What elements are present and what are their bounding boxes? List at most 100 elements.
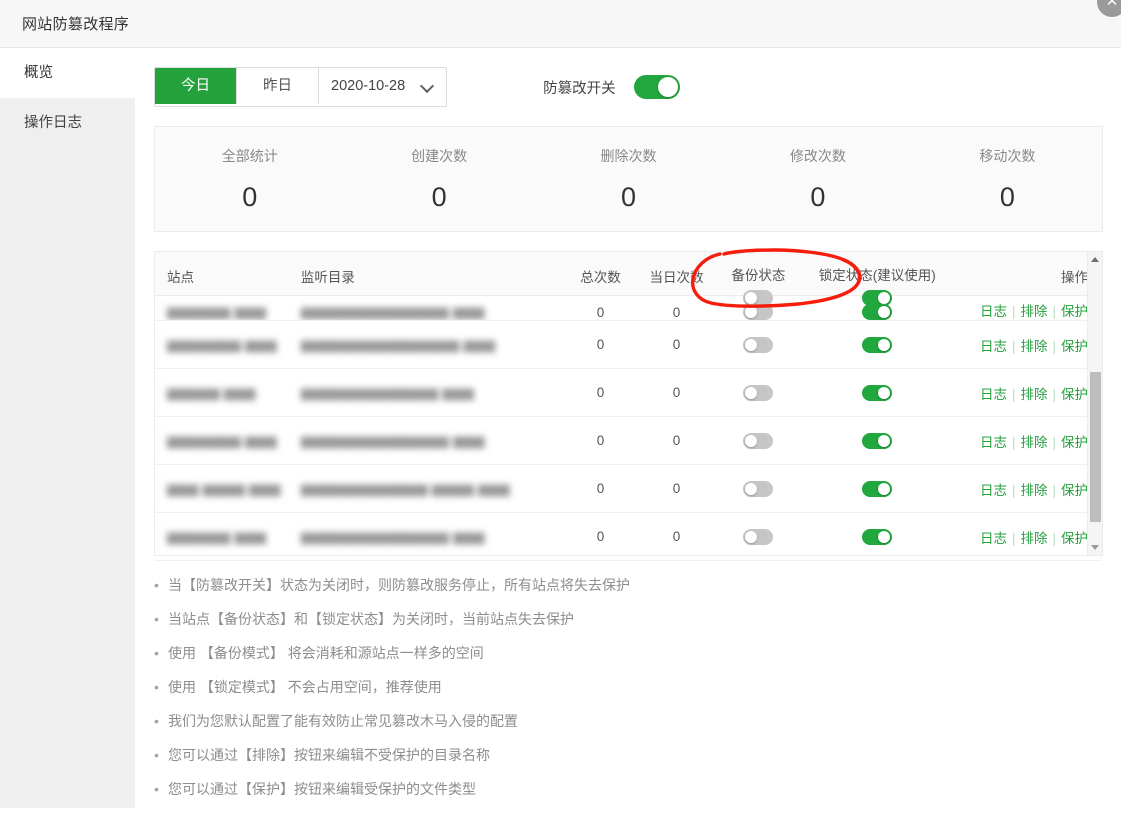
lock-status-toggle[interactable] xyxy=(862,528,893,545)
toggle-knob xyxy=(745,292,758,304)
cell-directory: ▆▆▆▆▆▆▆▆▆▆▆▆▆▆ ▆▆▆ xyxy=(301,433,563,449)
directory-path-masked: ▆▆▆▆▆▆▆▆▆▆▆▆▆▆▆ ▆▆▆ xyxy=(300,336,496,352)
directory-path-masked: ▆▆▆▆▆▆▆▆▆▆▆▆▆▆ ▆▆▆ xyxy=(300,528,485,544)
lock-status-toggle[interactable] xyxy=(862,336,893,353)
notes-list: • 当【防篡改开关】状态为关闭时，则防篡改服务停止，所有站点将失去保护 • 当站点【备… xyxy=(154,576,1094,814)
cell-site: ▆▆▆ ▆▆▆▆ ▆▆▆ xyxy=(155,481,301,497)
main-content: 今日 昨日 2020-10-28 防篡改开关 全部统计 0 创建次数 0 删除次… xyxy=(135,48,1121,808)
bullet-icon: • xyxy=(154,747,159,763)
scroll-up-arrow-icon[interactable] xyxy=(1088,252,1102,267)
exclude-link[interactable]: 排除 xyxy=(1021,531,1048,546)
protect-link[interactable]: 保护 xyxy=(1061,339,1088,354)
exclude-link[interactable]: 排除 xyxy=(1021,339,1048,354)
toggle-knob xyxy=(878,306,891,318)
bullet-icon: • xyxy=(154,781,159,797)
lock-status-toggle[interactable] xyxy=(862,304,893,320)
note-item: • 使用 【锁定模式】 不会占用空间，推荐使用 xyxy=(154,678,1094,696)
cell-site: ▆▆▆▆▆▆ ▆▆▆ xyxy=(155,304,301,320)
backup-status-toggle[interactable] xyxy=(743,384,774,401)
toggle-knob xyxy=(878,530,891,543)
cell-site: ▆▆▆▆▆▆▆ ▆▆▆ xyxy=(155,337,301,353)
stat-label: 删除次数 xyxy=(600,148,657,164)
bullet-icon: • xyxy=(154,577,159,593)
sidebar-item-overview[interactable]: 概览 xyxy=(0,48,135,98)
operation-separator: | xyxy=(1012,386,1016,402)
log-link[interactable]: 日志 xyxy=(980,387,1007,402)
cell-today-count: 0 xyxy=(672,305,681,320)
cell-backup-status xyxy=(714,384,802,401)
toggle-knob xyxy=(745,386,758,399)
master-switch-toggle[interactable] xyxy=(633,75,680,99)
exclude-link[interactable]: 排除 xyxy=(1021,387,1048,402)
statistics-panel: 全部统计 0 创建次数 0 删除次数 0 修改次数 0 移动次数 0 xyxy=(154,126,1103,232)
today-button[interactable]: 今日 xyxy=(155,68,237,104)
cell-directory: ▆▆▆▆▆▆▆▆▆▆▆▆▆▆ ▆▆▆ xyxy=(301,529,563,545)
backup-status-toggle[interactable] xyxy=(743,432,774,449)
backup-status-toggle[interactable] xyxy=(743,336,774,353)
note-text: 您可以通过【保护】按钮来编辑受保护的文件类型 xyxy=(168,781,476,797)
cell-lock-status xyxy=(802,480,952,497)
backup-status-toggle[interactable] xyxy=(743,304,774,320)
cell-operations: 日志 | 排除 | 保护 xyxy=(952,479,1102,499)
cell-site: ▆▆▆▆▆▆▆ ▆▆▆ xyxy=(155,433,301,449)
toggle-knob xyxy=(745,338,758,351)
scrollbar-thumb[interactable] xyxy=(1090,372,1101,522)
date-picker[interactable]: 2020-10-28 xyxy=(319,68,447,104)
protect-link[interactable]: 保护 xyxy=(1061,435,1088,450)
protect-link[interactable]: 保护 xyxy=(1061,387,1088,402)
lock-status-toggle[interactable] xyxy=(862,384,893,401)
operation-separator: | xyxy=(1012,304,1016,319)
cell-lock-status xyxy=(802,528,952,545)
protect-link[interactable]: 保护 xyxy=(1061,483,1088,498)
note-text: 当【防篡改开关】状态为关闭时，则防篡改服务停止，所有站点将失去保护 xyxy=(168,577,630,593)
protect-link[interactable]: 保护 xyxy=(1061,304,1088,319)
backup-status-toggle[interactable] xyxy=(743,528,774,545)
cell-today-count: 0 xyxy=(672,433,681,448)
operation-separator: | xyxy=(1012,482,1016,498)
exclude-link[interactable]: 排除 xyxy=(1021,304,1048,319)
backup-status-toggle[interactable] xyxy=(743,480,774,497)
stat-modified: 修改次数 0 xyxy=(723,127,912,231)
cell-directory: ▆▆▆▆▆▆▆▆▆▆▆▆ ▆▆▆▆ ▆▆▆ xyxy=(301,481,563,497)
cell-backup-status xyxy=(714,336,802,353)
lock-status-toggle[interactable] xyxy=(862,432,893,449)
log-link[interactable]: 日志 xyxy=(980,339,1007,354)
log-link[interactable]: 日志 xyxy=(980,304,1007,319)
cell-today-count: 0 xyxy=(672,481,681,496)
log-link[interactable]: 日志 xyxy=(980,483,1007,498)
date-range-segmented-control: 今日 昨日 2020-10-28 xyxy=(154,67,448,107)
cell-total-count: 0 xyxy=(596,305,605,320)
table-header-row: 站点 监听目录 总次数 当日次数 备份状态 锁定状态(建议使用) 操作 xyxy=(155,252,1102,306)
lock-status-toggle[interactable] xyxy=(862,480,893,497)
log-link[interactable]: 日志 xyxy=(980,435,1007,450)
toggle-knob xyxy=(878,482,891,495)
exclude-link[interactable]: 排除 xyxy=(1021,435,1048,450)
scroll-down-arrow-icon[interactable] xyxy=(1088,540,1102,555)
exclude-link[interactable]: 排除 xyxy=(1021,483,1048,498)
log-link[interactable]: 日志 xyxy=(980,531,1007,546)
cell-lock-status xyxy=(802,432,952,449)
cell-lock-status xyxy=(802,304,952,320)
stat-value: 0 xyxy=(621,182,637,212)
sidebar-item-operation-log[interactable]: 操作日志 xyxy=(0,98,135,148)
directory-path-masked: ▆▆▆▆▆▆▆▆▆▆▆▆▆▆ ▆▆▆ xyxy=(300,304,485,319)
note-item: • 您可以通过【保护】按钮来编辑受保护的文件类型 xyxy=(154,780,1094,798)
cell-operations: 日志 | 排除 | 保护 xyxy=(952,383,1102,403)
stat-label: 全部统计 xyxy=(221,148,278,164)
column-header-operations: 操作 xyxy=(1061,270,1089,285)
table-row: ▆▆▆▆▆▆▆ ▆▆▆ ▆▆▆▆▆▆▆▆▆▆▆▆▆▆▆ ▆▆▆ 0 0 日志 | 排除 | 保护 xyxy=(155,321,1102,369)
yesterday-button[interactable]: 昨日 xyxy=(237,68,319,104)
stat-value: 0 xyxy=(999,182,1015,212)
site-name-masked: ▆▆▆▆▆▆▆ ▆▆▆ xyxy=(167,336,277,352)
cell-today-count: 0 xyxy=(672,529,681,544)
protect-link[interactable]: 保护 xyxy=(1061,531,1088,546)
operation-separator: | xyxy=(1012,434,1016,450)
close-icon[interactable]: ✕ xyxy=(1097,0,1121,17)
window-title-bar: 网站防篡改程序 ✕ xyxy=(0,0,1121,48)
toggle-knob xyxy=(878,434,891,447)
cell-directory: ▆▆▆▆▆▆▆▆▆▆▆▆▆▆ ▆▆▆ xyxy=(301,304,563,320)
column-header-total: 总次数 xyxy=(580,270,621,285)
table-vertical-scrollbar[interactable] xyxy=(1087,252,1102,555)
site-name-masked: ▆▆▆ ▆▆▆▆ ▆▆▆ xyxy=(167,480,281,496)
toggle-knob xyxy=(878,338,891,351)
